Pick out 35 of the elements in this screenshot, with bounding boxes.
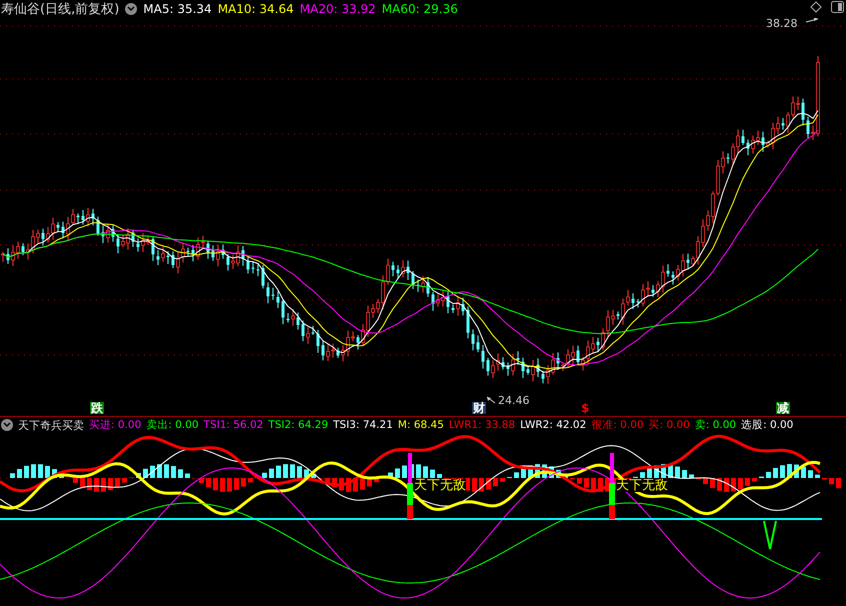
indicator-value: TSI2: 64.29 bbox=[268, 420, 328, 430]
signal-label: 天下无敌 bbox=[414, 479, 466, 492]
event-marker[interactable]: 减 bbox=[776, 402, 790, 414]
ma-legend-value: MA10: 34.64 bbox=[218, 3, 294, 15]
signal-bar bbox=[407, 453, 413, 519]
indicator-value: 卖出: 0.00 bbox=[146, 420, 199, 430]
ma-legend-value: MA5: 35.34 bbox=[143, 3, 212, 15]
stock-title: 寿仙谷(日线,前复权) bbox=[1, 2, 120, 16]
indicator-value: TSI1: 56.02 bbox=[204, 420, 264, 430]
diamond-icon[interactable] bbox=[810, 1, 822, 13]
indicator-name: 天下奇兵买卖 bbox=[18, 420, 84, 430]
event-marker[interactable]: 财 bbox=[472, 402, 486, 414]
indicator-value: 很准: 0.00 bbox=[591, 420, 644, 430]
panel-toggle-icon[interactable] bbox=[831, 1, 844, 13]
indicator-value: 买进: 0.00 bbox=[89, 420, 142, 430]
pointer-arrow bbox=[806, 18, 818, 22]
indicator-value: M: 68.45 bbox=[398, 420, 444, 430]
indicator-value: TSI3: 74.21 bbox=[333, 420, 393, 430]
indicator-value: 卖: 0.00 bbox=[694, 420, 736, 430]
ma-legend-value: MA20: 33.92 bbox=[300, 3, 376, 15]
low-price-label: 24.46 bbox=[498, 395, 530, 406]
indicator-value: 买: 0.00 bbox=[648, 420, 690, 430]
event-marker[interactable]: 跌 bbox=[90, 402, 104, 414]
chevron-down-icon[interactable] bbox=[1, 419, 13, 431]
indicator-value: 选股: 0.00 bbox=[741, 420, 794, 430]
v-mark bbox=[763, 520, 777, 550]
signal-label: 天下无敌 bbox=[616, 479, 668, 492]
signal-bar bbox=[609, 453, 615, 519]
high-price-label: 38.28 bbox=[766, 18, 798, 29]
indicator-value: LWR2: 42.02 bbox=[520, 420, 586, 430]
pointer-arrow bbox=[486, 396, 496, 404]
chevron-down-icon[interactable] bbox=[125, 3, 138, 15]
indicator-value: LWR1: 33.88 bbox=[448, 420, 516, 430]
ma-legend-value: MA60: 29.36 bbox=[382, 3, 458, 15]
event-marker[interactable]: $ bbox=[580, 402, 590, 414]
